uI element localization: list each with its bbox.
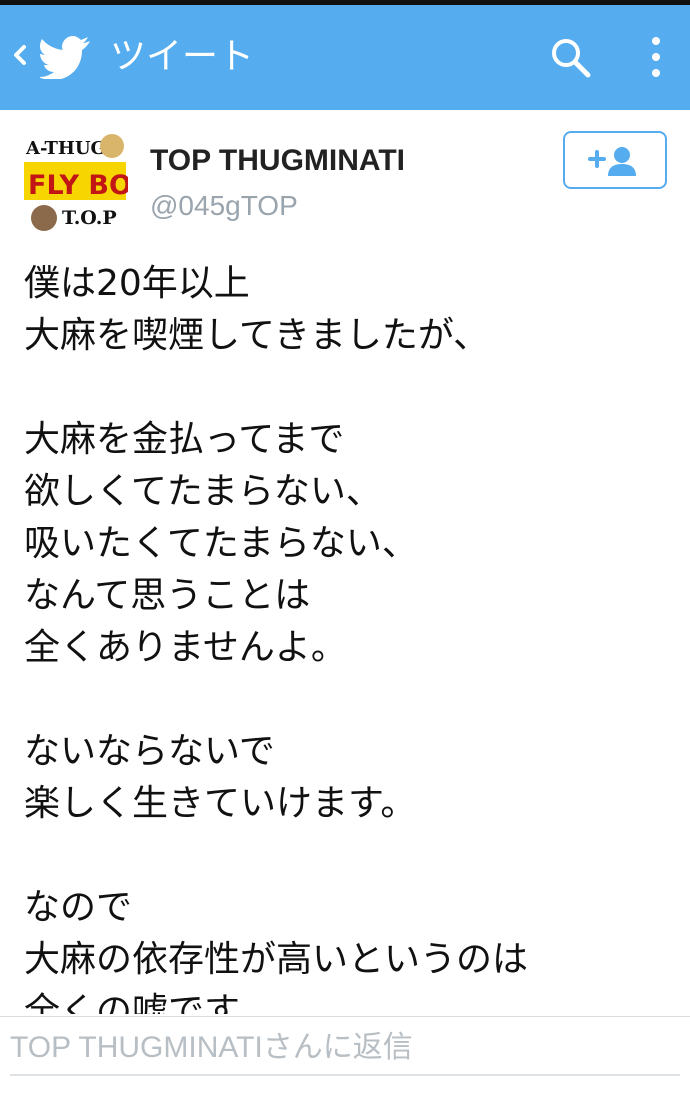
more-vert-icon[interactable] [644, 33, 668, 81]
search-icon[interactable] [548, 35, 592, 79]
add-user-icon [588, 147, 636, 176]
author-handle[interactable]: @045gTOP [150, 190, 298, 222]
follow-button[interactable] [563, 131, 667, 189]
avatar[interactable]: A-THUG FLY BOY T.O.P [22, 132, 128, 236]
reply-input-underline [10, 1074, 680, 1076]
chevron-left-icon[interactable] [8, 35, 30, 75]
avatar-text-line3: T.O.P [62, 207, 117, 229]
avatar-text-line1: A-THUG [25, 138, 106, 159]
tweet-text: 僕は20年以上 大麻を喫煙してきましたが、 大麻を金払ってまで 欲しくてたまらな… [24, 263, 529, 1014]
divider [0, 1016, 690, 1017]
twitter-bird-icon [40, 36, 90, 79]
author-name[interactable]: TOP THUGMINATI [150, 144, 405, 178]
reply-input[interactable]: TOP THUGMINATIさんに返信 [10, 1024, 680, 1072]
avatar-text-line2: FLY BOY [28, 170, 128, 201]
page-title: ツイート [110, 36, 255, 77]
app-bar: ツイート [0, 5, 690, 110]
